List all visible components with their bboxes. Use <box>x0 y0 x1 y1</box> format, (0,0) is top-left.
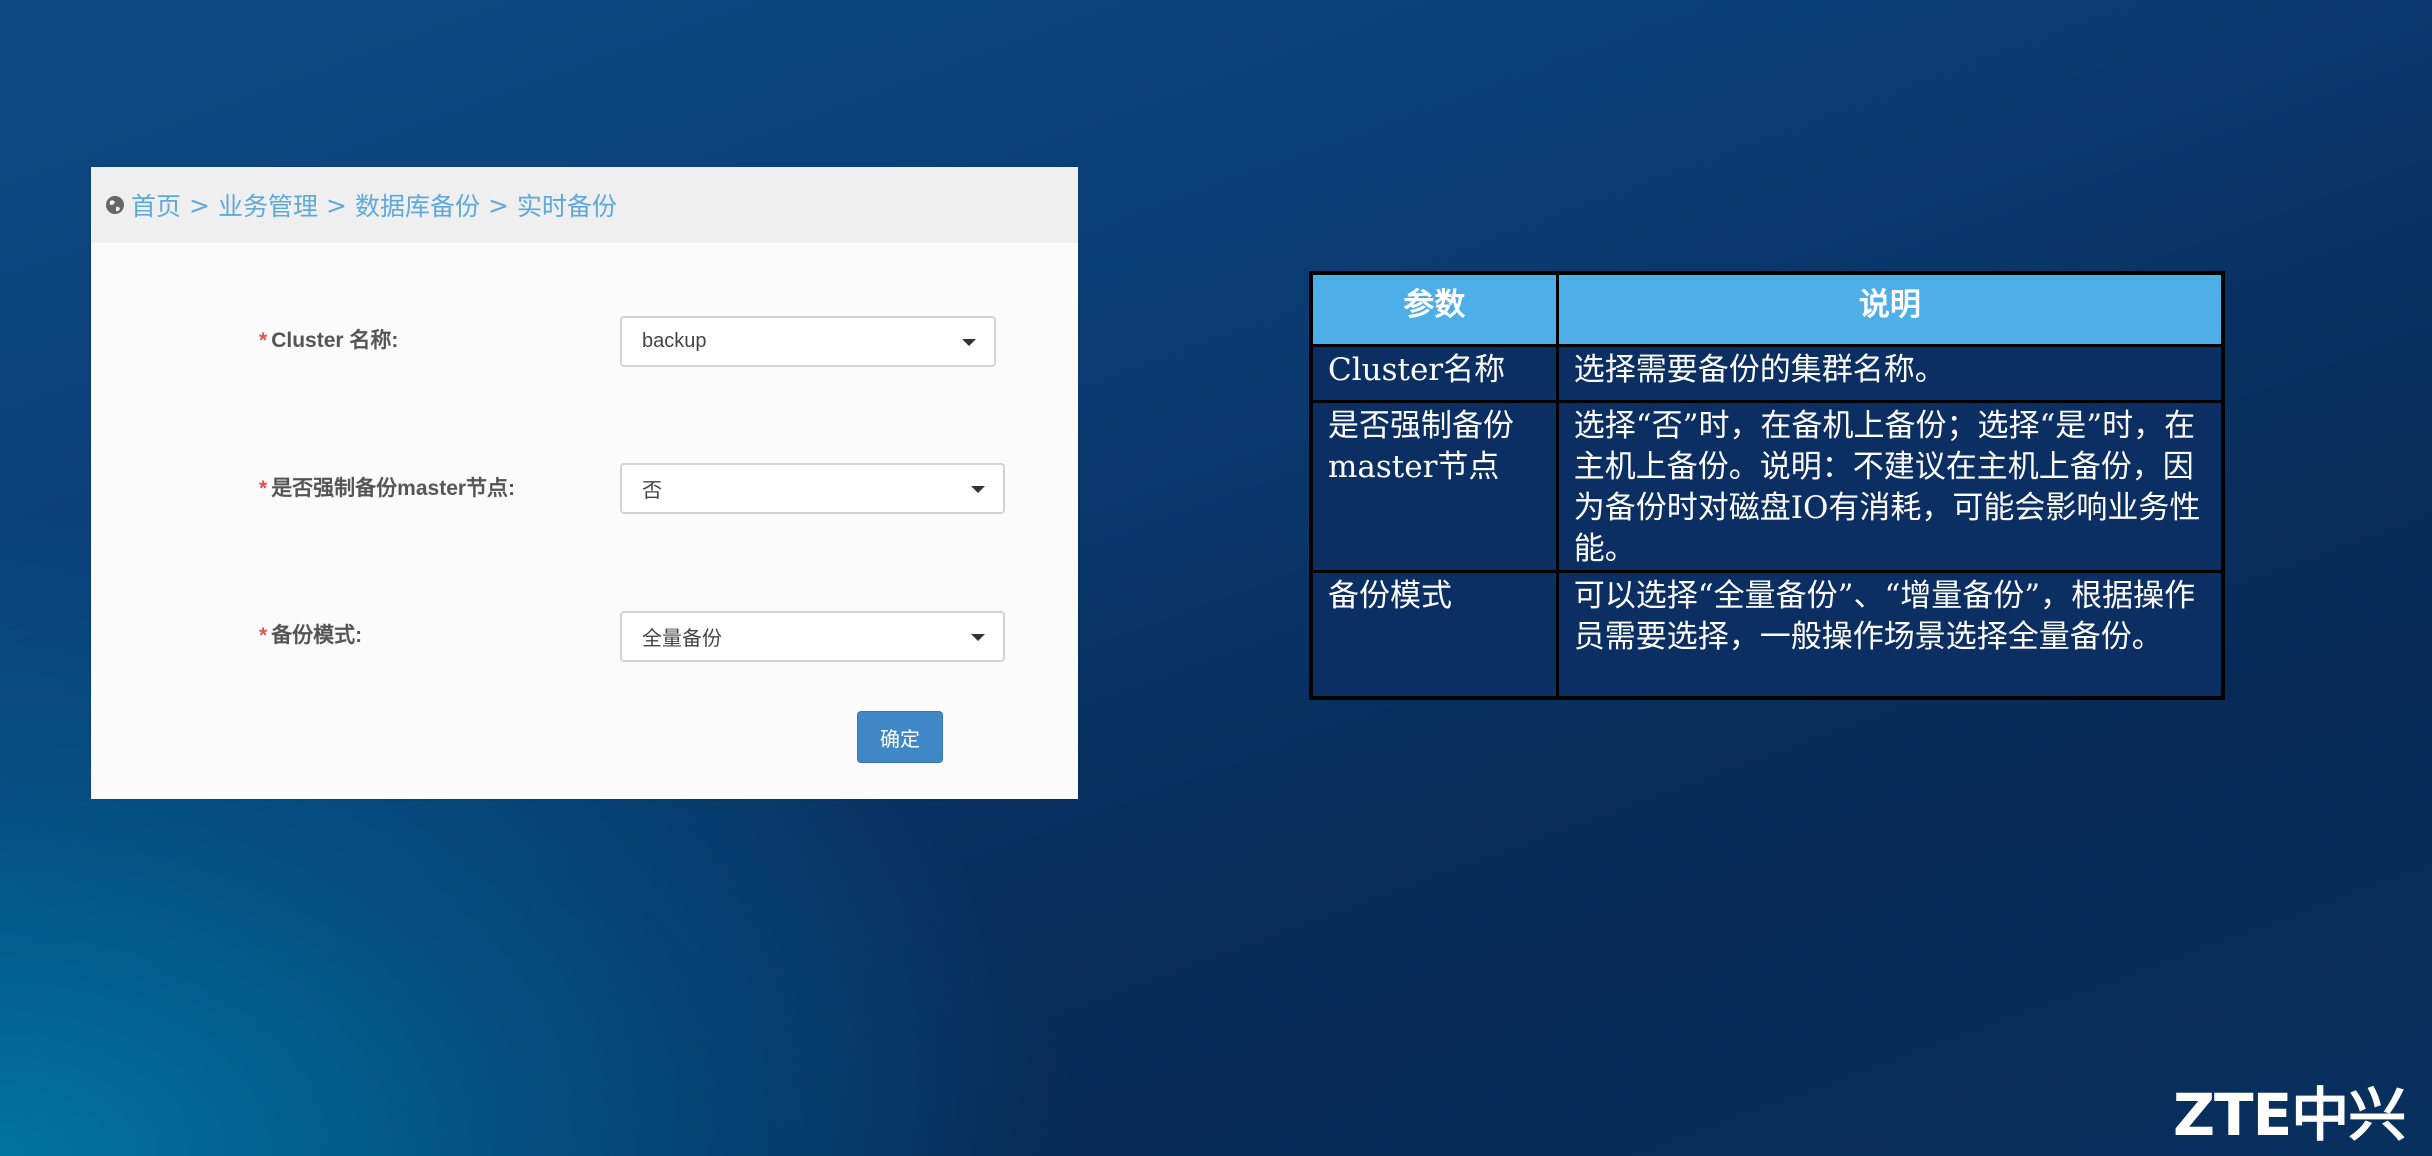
caret-down-icon <box>971 486 985 493</box>
param-cell: 是否强制备份master节点 <box>1309 399 1559 573</box>
zte-logo: ZTE中兴 <box>2173 1081 2406 1149</box>
breadcrumb-home-link[interactable]: 首页 <box>131 187 181 223</box>
table-row: 是否强制备份master节点 选择“否”时，在备机上备份；选择“是”时，在主机上… <box>1309 399 2225 573</box>
cluster-name-label-text: Cluster 名称: <box>271 329 399 352</box>
force-master-backup-select-value: 否 <box>642 480 662 502</box>
description-cell: 可以选择“全量备份”、“增量备份”，根据操作员需要选择，一般操作场景选择全量备份… <box>1555 569 2225 700</box>
description-cell: 选择需要备份的集群名称。 <box>1555 343 2225 403</box>
table-row: Cluster名称 选择需要备份的集群名称。 <box>1309 343 2225 403</box>
backup-mode-label: * 备份模式: <box>259 619 362 649</box>
force-master-backup-label: * 是否强制备份master节点: <box>259 472 515 502</box>
confirm-button[interactable]: 确定 <box>857 711 943 763</box>
force-master-backup-label-text: 是否强制备份master节点: <box>271 477 516 500</box>
description-cell: 选择“否”时，在备机上备份；选择“是”时，在主机上备份。说明：不建议在主机上备份… <box>1555 399 2225 573</box>
breadcrumb-database-backup-link[interactable]: 数据库备份 <box>355 187 480 223</box>
breadcrumb: 首页 > 业务管理 > 数据库备份 > 实时备份 <box>91 167 1078 243</box>
required-mark: * <box>259 329 268 352</box>
breadcrumb-separator: > <box>487 190 509 220</box>
cluster-name-select-value: backup <box>642 330 707 352</box>
header-param: 参数 <box>1309 271 1559 347</box>
breadcrumb-separator: > <box>189 190 210 220</box>
required-mark: * <box>259 477 268 500</box>
breadcrumb-separator: > <box>325 190 347 220</box>
required-mark: * <box>259 624 268 647</box>
caret-down-icon <box>962 339 976 346</box>
backup-mode-select-value: 全量备份 <box>642 628 722 650</box>
cluster-name-label: * Cluster 名称: <box>259 324 398 354</box>
backup-mode-label-text: 备份模式: <box>271 624 363 647</box>
backup-form-panel: 首页 > 业务管理 > 数据库备份 > 实时备份 * Cluster 名称: ba… <box>91 167 1078 799</box>
parameter-table: 参数 说明 Cluster名称 选择需要备份的集群名称。 是否强制备份maste… <box>1309 271 2225 700</box>
table-row: 备份模式 可以选择“全量备份”、“增量备份”，根据操作员需要选择，一般操作场景选… <box>1309 569 2225 700</box>
param-cell: 备份模式 <box>1309 569 1559 700</box>
globe-icon <box>106 196 124 214</box>
table-header-row: 参数 说明 <box>1309 271 2225 347</box>
caret-down-icon <box>971 634 985 641</box>
header-description: 说明 <box>1555 271 2225 347</box>
breadcrumb-realtime-backup-link[interactable]: 实时备份 <box>517 187 617 223</box>
param-cell: Cluster名称 <box>1309 343 1559 403</box>
force-master-backup-select[interactable]: 否 <box>620 463 1005 514</box>
breadcrumb-business-management-link[interactable]: 业务管理 <box>218 187 318 223</box>
backup-mode-select[interactable]: 全量备份 <box>620 611 1005 662</box>
cluster-name-select[interactable]: backup <box>620 316 996 367</box>
